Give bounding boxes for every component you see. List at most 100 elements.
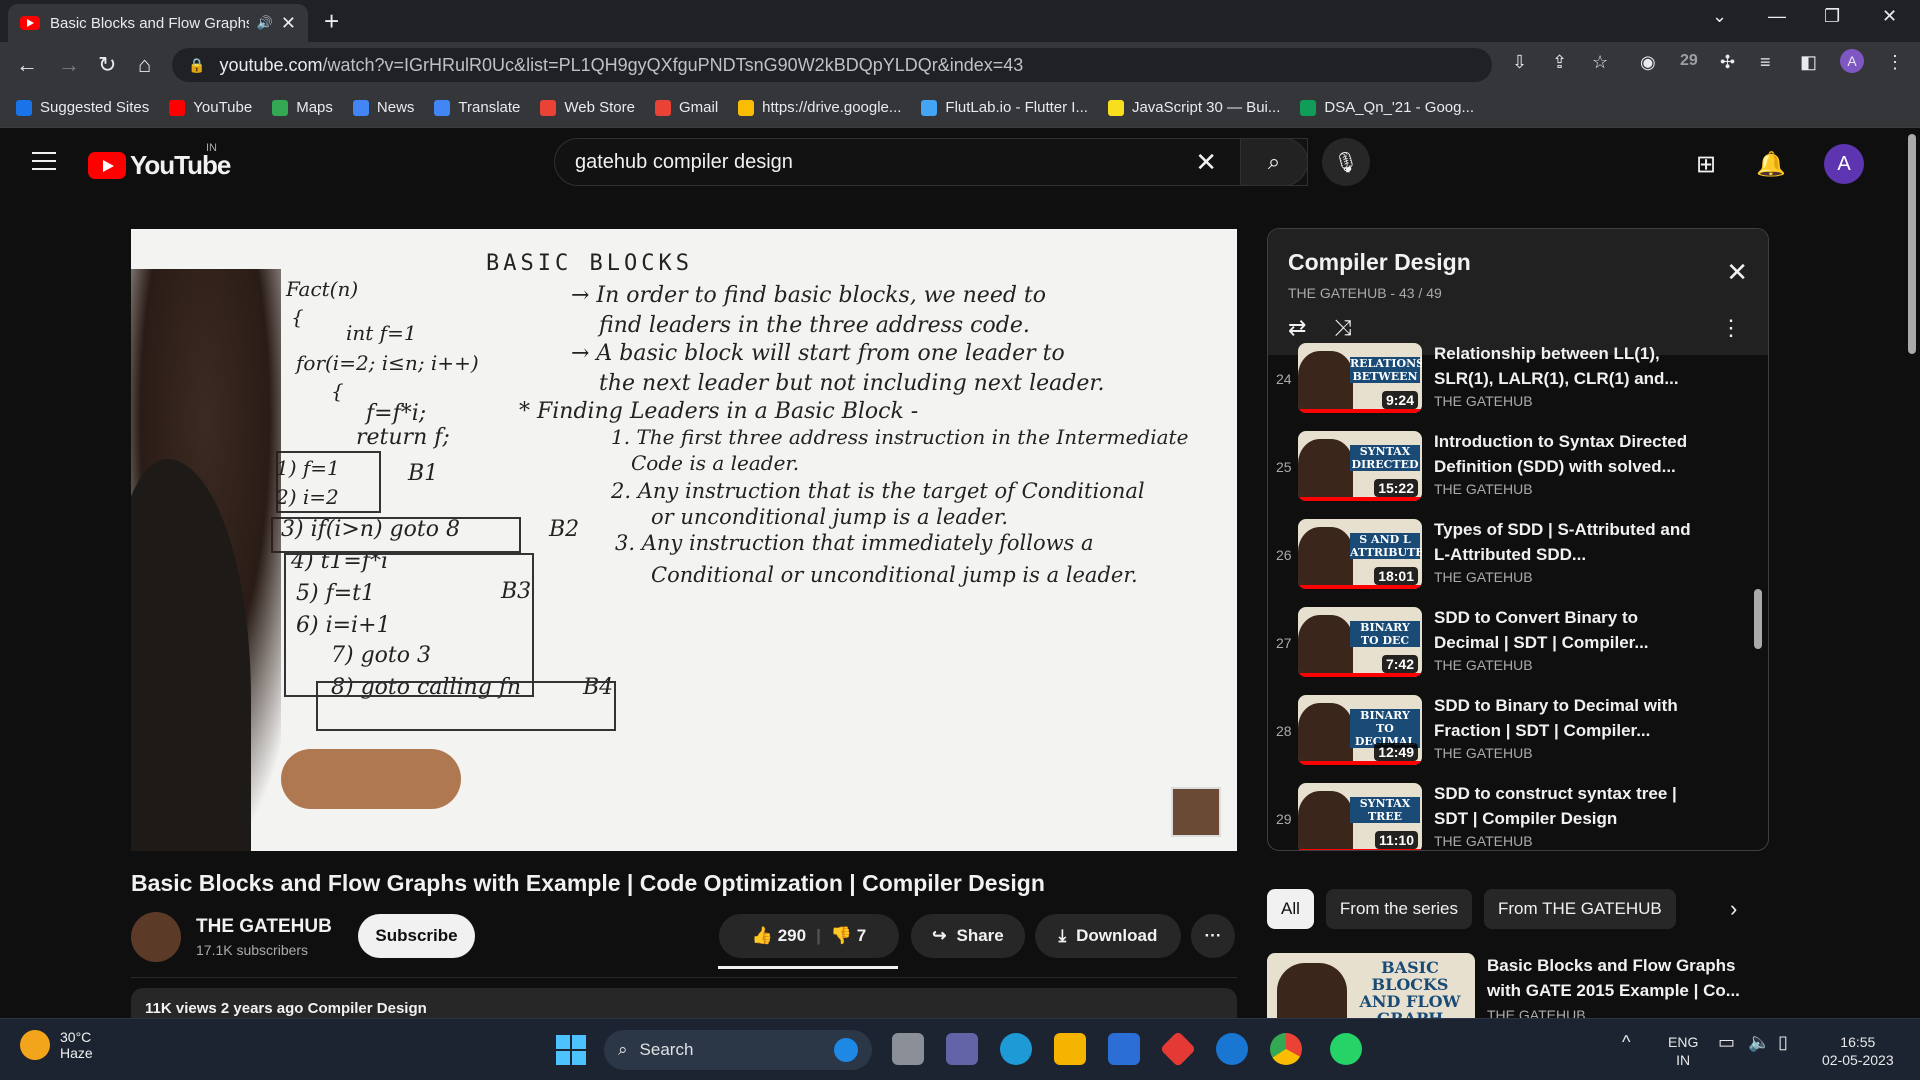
voice-search-button[interactable]: 🎙 (1322, 138, 1370, 186)
tab-search-icon[interactable]: ⌄ (1712, 6, 1727, 27)
side-panel-icon[interactable]: ◧ (1800, 52, 1817, 73)
subscribe-button[interactable]: Subscribe (358, 914, 475, 958)
search-input[interactable]: gatehub compiler design ✕ (554, 138, 1308, 186)
bookmark-item[interactable]: Gmail (654, 99, 718, 116)
channel-name[interactable]: THE GATEHUB (196, 916, 332, 938)
like-button[interactable]: 👍 290 (752, 926, 806, 946)
minimize-icon[interactable]: — (1768, 6, 1786, 27)
bookmark-item[interactable]: FlutLab.io - Flutter I... (921, 99, 1088, 116)
playlist-thumbnail[interactable]: BINARY TO DECIMAL 12:49 (1298, 695, 1422, 765)
account-avatar[interactable]: A (1824, 144, 1864, 184)
extensions-puzzle-icon[interactable]: ✣ (1720, 52, 1735, 73)
teams-chat-icon[interactable] (946, 1033, 978, 1065)
recommended-thumbnail[interactable]: BASIC BLOCKS AND FLOW GRAPH (1267, 953, 1475, 1023)
menu-kebab-icon[interactable]: ⋮ (1886, 52, 1904, 73)
bookmark-item[interactable]: DSA_Qn_'21 - Goog... (1300, 99, 1474, 116)
playlist-thumbnail[interactable]: RELATIONSHIP BETWEEN 9:24 (1298, 343, 1422, 413)
anydesk-icon[interactable] (1159, 1030, 1197, 1068)
download-button[interactable]: ⤓ Download (1035, 914, 1181, 958)
shuffle-icon[interactable]: ⤨ (1334, 315, 1352, 341)
playlist-thumbnail[interactable]: SYNTAX DIRECTED 15:22 (1298, 431, 1422, 501)
back-icon[interactable]: ← (16, 52, 38, 78)
close-tab-icon[interactable]: ✕ (281, 13, 296, 34)
playlist-thumbnail[interactable]: S AND L ATTRIBUTED 18:01 (1298, 519, 1422, 589)
bookmark-star-icon[interactable]: ☆ (1592, 52, 1608, 73)
playlist-item[interactable]: 27 BINARY TO DEC 7:42 SDD to Convert Binary… (1268, 605, 1768, 693)
help-icon[interactable] (1216, 1033, 1248, 1065)
recommended-title[interactable]: Basic Blocks and Flow Graphs with GATE 2… (1487, 953, 1747, 1003)
playlist-item[interactable]: 28 BINARY TO DECIMAL 12:49 SDD to Binary to… (1268, 693, 1768, 781)
video-player[interactable]: BASIC BLOCKS Fact(n) {int f=1 for(i=2; i≤n… (131, 229, 1237, 851)
active-tab[interactable]: Basic Blocks and Flow Graphs 🔊 ✕ (8, 4, 308, 42)
clear-search-icon[interactable]: ✕ (1195, 147, 1217, 178)
language-indicator[interactable]: ENG IN (1668, 1033, 1698, 1069)
playlist-item[interactable]: 29 SYNTAX TREE 11:10 SDD to construct synta… (1268, 781, 1768, 850)
home-icon[interactable]: ⌂ (138, 52, 151, 78)
whatsapp-icon[interactable] (1330, 1033, 1362, 1065)
playlist-video-title[interactable]: SDD to construct syntax tree | SDT | Com… (1434, 781, 1694, 831)
playlist-video-title[interactable]: Introduction to Syntax Directed Definiti… (1434, 429, 1694, 479)
playlist-video-title[interactable]: Types of SDD | S-Attributed and L-Attrib… (1434, 517, 1694, 567)
share-page-icon[interactable]: ⇪ (1552, 52, 1567, 73)
youtube-logo[interactable]: YouTube IN (88, 142, 231, 181)
volume-icon[interactable]: 🔈 (1748, 1033, 1770, 1051)
chevron-right-icon[interactable]: › (1730, 896, 1737, 922)
bing-icon[interactable] (834, 1038, 858, 1062)
clock[interactable]: 16:55 02-05-2023 (1822, 1033, 1894, 1069)
close-playlist-icon[interactable]: ✕ (1726, 257, 1748, 288)
battery-icon[interactable]: ▯ (1778, 1033, 1788, 1051)
playlist-thumbnail[interactable]: BINARY TO DEC 7:42 (1298, 607, 1422, 677)
reload-icon[interactable]: ↻ (98, 52, 116, 78)
share-button[interactable]: ↪ Share (911, 914, 1025, 958)
file-explorer-icon[interactable] (1054, 1033, 1086, 1065)
new-tab-icon[interactable]: + (324, 6, 339, 37)
extension-circle-icon[interactable]: ◉ (1640, 52, 1656, 73)
playlist-title[interactable]: Compiler Design (1288, 249, 1471, 276)
playlist-item[interactable]: 26 S AND L ATTRIBUTED 18:01 Types of SDD | … (1268, 517, 1768, 605)
playlist-video-title[interactable]: Relationship between LL(1), SLR(1), LALR… (1434, 341, 1694, 391)
dislike-button[interactable]: 👎 7 (831, 926, 866, 946)
channel-watermark[interactable] (1171, 787, 1221, 837)
reading-list-icon[interactable]: ≡ (1760, 52, 1771, 73)
weather-widget[interactable]: 30°C Haze (20, 1029, 93, 1061)
ms-store-icon[interactable] (1108, 1033, 1140, 1065)
bookmark-item[interactable]: Web Store (540, 99, 635, 116)
create-video-icon[interactable]: ⊞ (1696, 150, 1716, 179)
forward-icon[interactable]: → (58, 52, 80, 78)
lock-icon[interactable]: 🔒 (188, 57, 205, 74)
task-view-icon[interactable] (892, 1033, 924, 1065)
start-button[interactable] (556, 1035, 586, 1065)
recommended-video[interactable]: BASIC BLOCKS AND FLOW GRAPH Basic Blocks… (1267, 953, 1769, 1023)
playlist-menu-icon[interactable]: ⋮ (1720, 315, 1742, 341)
address-bar[interactable]: 🔒 youtube.com /watch?v=IGrHRulR0Uc&list=… (172, 48, 1492, 82)
chip-all[interactable]: All (1267, 889, 1314, 929)
bookmark-item[interactable]: Suggested Sites (16, 99, 149, 116)
bookmark-item[interactable]: JavaScript 30 — Bui... (1107, 99, 1280, 116)
bookmark-item[interactable]: News (352, 99, 414, 116)
loop-icon[interactable]: ⇄ (1288, 315, 1306, 341)
install-icon[interactable]: ⇩ (1512, 52, 1527, 73)
playlist-scrollbar[interactable] (1754, 589, 1762, 649)
extension-badge[interactable]: 29 (1680, 52, 1698, 70)
close-window-icon[interactable]: ✕ (1882, 6, 1897, 27)
chip-from-series[interactable]: From the series (1325, 889, 1472, 929)
playlist-item[interactable]: 25 SYNTAX DIRECTED 15:22 Introduction to Sy… (1268, 429, 1768, 517)
page-scrollbar[interactable] (1908, 134, 1916, 354)
edge-icon[interactable] (1000, 1033, 1032, 1065)
bookmark-item[interactable]: Translate (434, 99, 520, 116)
taskbar-search[interactable]: ⌕ Search (604, 1030, 872, 1070)
bookmark-item[interactable]: YouTube (169, 99, 252, 116)
chrome-icon[interactable] (1270, 1033, 1302, 1065)
search-button[interactable]: ⌕ (1240, 138, 1308, 186)
tray-overflow-icon[interactable]: ^ (1622, 1033, 1630, 1051)
playlist-item[interactable]: 24 RELATIONSHIP BETWEEN 9:24 Relationship b… (1268, 341, 1768, 429)
profile-avatar[interactable]: A (1840, 49, 1864, 73)
bookmark-item[interactable]: Maps (272, 99, 333, 116)
playlist-video-title[interactable]: SDD to Binary to Decimal with Fraction |… (1434, 693, 1694, 743)
notifications-bell-icon[interactable]: 🔔 (1756, 150, 1786, 179)
maximize-icon[interactable]: ❐ (1824, 6, 1840, 27)
channel-avatar[interactable] (131, 912, 181, 962)
chip-from-channel[interactable]: From THE GATEHUB (1484, 889, 1676, 929)
hamburger-menu-icon[interactable] (32, 152, 56, 170)
audio-icon[interactable]: 🔊 (257, 15, 273, 31)
